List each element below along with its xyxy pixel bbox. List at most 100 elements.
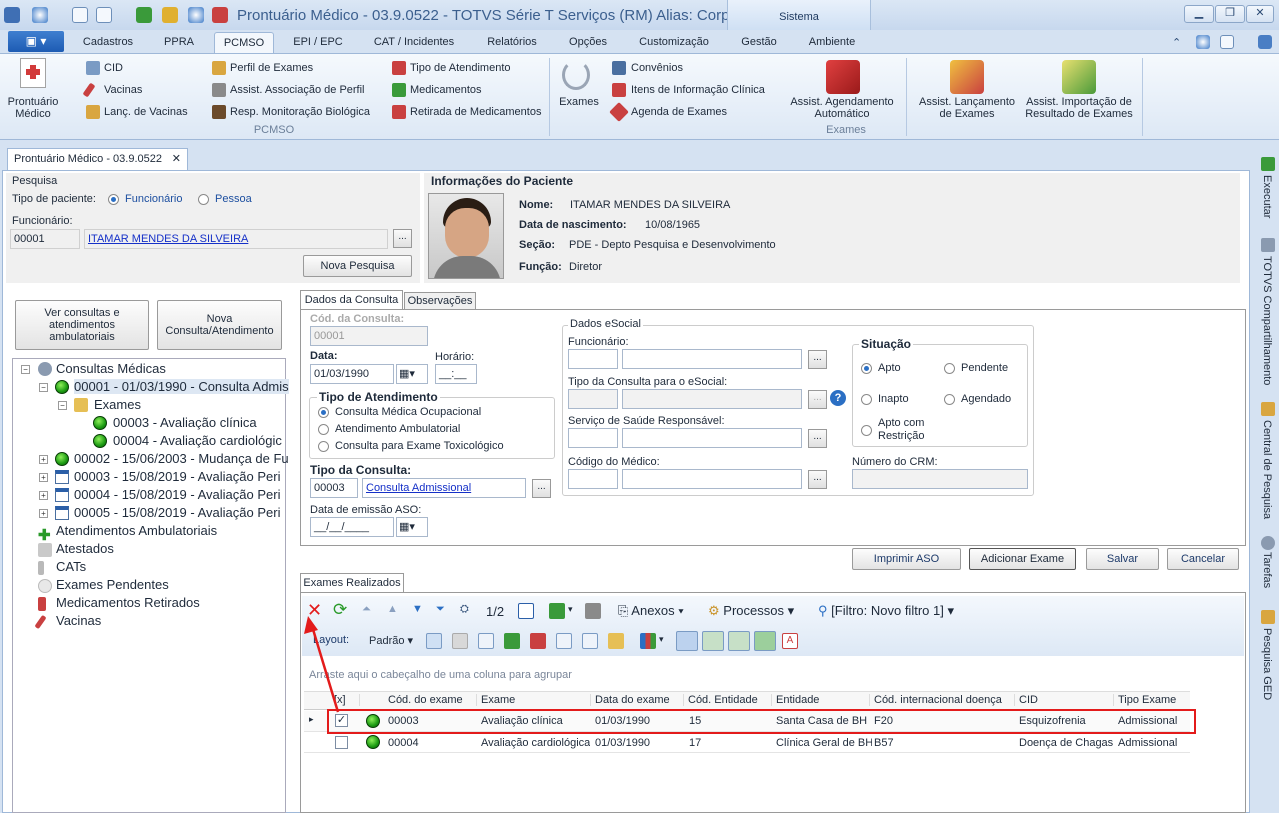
chart-dropdown-icon[interactable]: ▾: [659, 634, 664, 645]
perfil-exames-button[interactable]: Perfil de Exames: [230, 62, 313, 74]
col-header-data-exame[interactable]: Data do exame: [595, 694, 684, 706]
tab-pcmso[interactable]: PCMSO: [214, 32, 274, 53]
tab-cat-incidentes[interactable]: CAT / Incidentes: [362, 32, 466, 53]
close-tab-icon[interactable]: ✕: [172, 149, 181, 169]
retirada-medicamentos-button[interactable]: Retirada de Medicamentos: [410, 106, 541, 118]
exame-toxicologico-radio[interactable]: [318, 441, 329, 452]
data-field[interactable]: 01/03/1990: [310, 364, 394, 384]
tree-consulta-00005[interactable]: 00005 - 15/08/2019 - Avaliação Peri: [74, 505, 280, 520]
exames-button[interactable]: Exames: [558, 96, 600, 108]
tree-exames[interactable]: Exames: [94, 397, 141, 412]
group-panel-icon[interactable]: [702, 631, 724, 651]
funcionario-lookup-button[interactable]: ...: [393, 229, 412, 248]
assist-agendamento-button[interactable]: Assist. Agendamento Automático: [782, 96, 902, 120]
web-icon[interactable]: [188, 7, 204, 23]
codigo-medico-code[interactable]: [568, 469, 618, 489]
expand-icon[interactable]: +: [39, 473, 48, 482]
col-header-entidade[interactable]: Entidade: [776, 694, 870, 706]
apto-restricao-radio[interactable]: [861, 425, 872, 436]
aso-field[interactable]: __/__/____: [310, 517, 394, 537]
esocial-funcionario-code[interactable]: [568, 349, 618, 369]
tab-customizacao[interactable]: Customização: [626, 32, 722, 53]
calendar-dropdown[interactable]: ▦▾: [396, 364, 428, 384]
pesquisa-ged-panel[interactable]: Pesquisa GED: [1261, 628, 1273, 700]
tab-ppra[interactable]: PPRA: [150, 32, 208, 53]
pendente-radio[interactable]: [944, 363, 955, 374]
atendimento-ambulatorial-radio[interactable]: [318, 424, 329, 435]
app-menu-icon[interactable]: [4, 7, 20, 23]
prontuario-medico-button[interactable]: Prontuário Médico: [4, 96, 62, 120]
document-tab[interactable]: Prontuário Médico - 03.9.0522 ✕: [7, 148, 188, 170]
binoculars-icon[interactable]: ⛭: [460, 603, 469, 616]
col-header-exame[interactable]: Exame: [481, 694, 591, 706]
codigo-medico-name[interactable]: [622, 469, 802, 489]
grid-view-icon[interactable]: [518, 603, 534, 619]
view-icon[interactable]: [1220, 35, 1234, 49]
tree-exame-00003[interactable]: 00003 - Avaliação clínica: [113, 415, 257, 430]
row-checkbox[interactable]: [335, 736, 348, 749]
agenda-exames-button[interactable]: Agenda de Exames: [631, 106, 727, 118]
layout-sort-icon[interactable]: [582, 633, 598, 649]
medicamentos-button[interactable]: Medicamentos: [410, 84, 482, 96]
auto-filter-icon[interactable]: [754, 631, 776, 651]
layout-save-icon[interactable]: [426, 633, 442, 649]
aso-calendar-dropdown[interactable]: ▦▾: [396, 517, 428, 537]
esocial-funcionario-name[interactable]: [622, 349, 802, 369]
tipo-consulta-link[interactable]: Consulta Admissional: [362, 478, 526, 498]
window-icon[interactable]: [72, 7, 88, 23]
agendado-radio[interactable]: [944, 394, 955, 405]
compartilhamento-panel[interactable]: TOTVS Compartilhamento: [1261, 256, 1273, 385]
help-icon[interactable]: [212, 7, 228, 23]
nova-consulta-button[interactable]: Nova Consulta/Atendimento: [157, 300, 282, 350]
tipo-atendimento-button[interactable]: Tipo de Atendimento: [410, 62, 511, 74]
tree-cats[interactable]: CATs: [56, 559, 86, 574]
col-header-cid[interactable]: CID: [1019, 694, 1114, 706]
servico-saude-name[interactable]: [622, 428, 802, 448]
first-record-icon[interactable]: ⏶: [362, 603, 371, 616]
tree-atendimentos[interactable]: Atendimentos Ambulatoriais: [56, 523, 217, 538]
layout-icon[interactable]: [96, 7, 112, 23]
tipo-consulta-code[interactable]: 00003: [310, 478, 358, 498]
tree-medicamentos-retirados[interactable]: Medicamentos Retirados: [56, 595, 200, 610]
expand-icon[interactable]: +: [39, 455, 48, 464]
next-record-icon[interactable]: ▼: [412, 603, 423, 615]
footer-icon[interactable]: [728, 631, 750, 651]
codigo-medico-lookup[interactable]: ...: [808, 470, 827, 489]
layout-folder-icon[interactable]: [608, 633, 624, 649]
funcionario-code-field[interactable]: 00001: [10, 229, 80, 249]
export-arrow-icon[interactable]: [549, 603, 565, 619]
col-header-tipo-exame[interactable]: Tipo Exame: [1118, 694, 1188, 706]
tab-gestao[interactable]: Gestão: [730, 32, 788, 53]
globe-icon[interactable]: [32, 7, 48, 23]
tree-exame-00004[interactable]: 00004 - Avaliação cardiológic: [113, 433, 282, 448]
esocial-funcionario-lookup[interactable]: ...: [808, 350, 827, 369]
tree-consulta-00003[interactable]: 00003 - 15/08/2019 - Avaliação Peri: [74, 469, 280, 484]
resp-monitoracao-button[interactable]: Resp. Monitoração Biológica: [230, 106, 370, 118]
processos-menu[interactable]: ⚙ Processos ▾: [708, 603, 794, 619]
col-header-cod-doenca[interactable]: Cód. internacional doença: [874, 694, 1015, 706]
ribbon-help-icon[interactable]: [1258, 35, 1272, 49]
pessoa-radio[interactable]: [198, 194, 209, 205]
tab-ambiente[interactable]: Ambiente: [796, 32, 868, 53]
cid-button[interactable]: CID: [104, 62, 123, 74]
salvar-button[interactable]: Salvar: [1086, 548, 1159, 570]
layout-up-icon[interactable]: [530, 633, 546, 649]
assist-associacao-button[interactable]: Assist. Associação de Perfil: [230, 84, 365, 96]
collapse-icon[interactable]: −: [21, 365, 30, 374]
minimize-button[interactable]: ▁: [1184, 5, 1214, 23]
layout-columns-icon[interactable]: [556, 633, 572, 649]
tree-atestados[interactable]: Atestados: [56, 541, 114, 556]
export-icon[interactable]: [136, 7, 152, 23]
assist-lancamento-button[interactable]: Assist. Lançamento de Exames: [915, 96, 1019, 120]
central-pesquisa-panel[interactable]: Central de Pesquisa: [1261, 420, 1273, 519]
layout-grid-icon[interactable]: [478, 633, 494, 649]
convenios-button[interactable]: Convênios: [631, 62, 683, 74]
anexos-menu[interactable]: ⎘ Anexos ▾: [618, 603, 684, 619]
cancelar-button[interactable]: Cancelar: [1167, 548, 1239, 570]
tab-observacoes[interactable]: Observações: [404, 292, 476, 310]
col-header-cod-entidade[interactable]: Cód. Entidade: [688, 694, 772, 706]
nova-pesquisa-button[interactable]: Nova Pesquisa: [303, 255, 412, 277]
collapse-icon[interactable]: −: [39, 383, 48, 392]
expand-icon[interactable]: +: [39, 509, 48, 518]
collapse-icon[interactable]: −: [58, 401, 67, 410]
